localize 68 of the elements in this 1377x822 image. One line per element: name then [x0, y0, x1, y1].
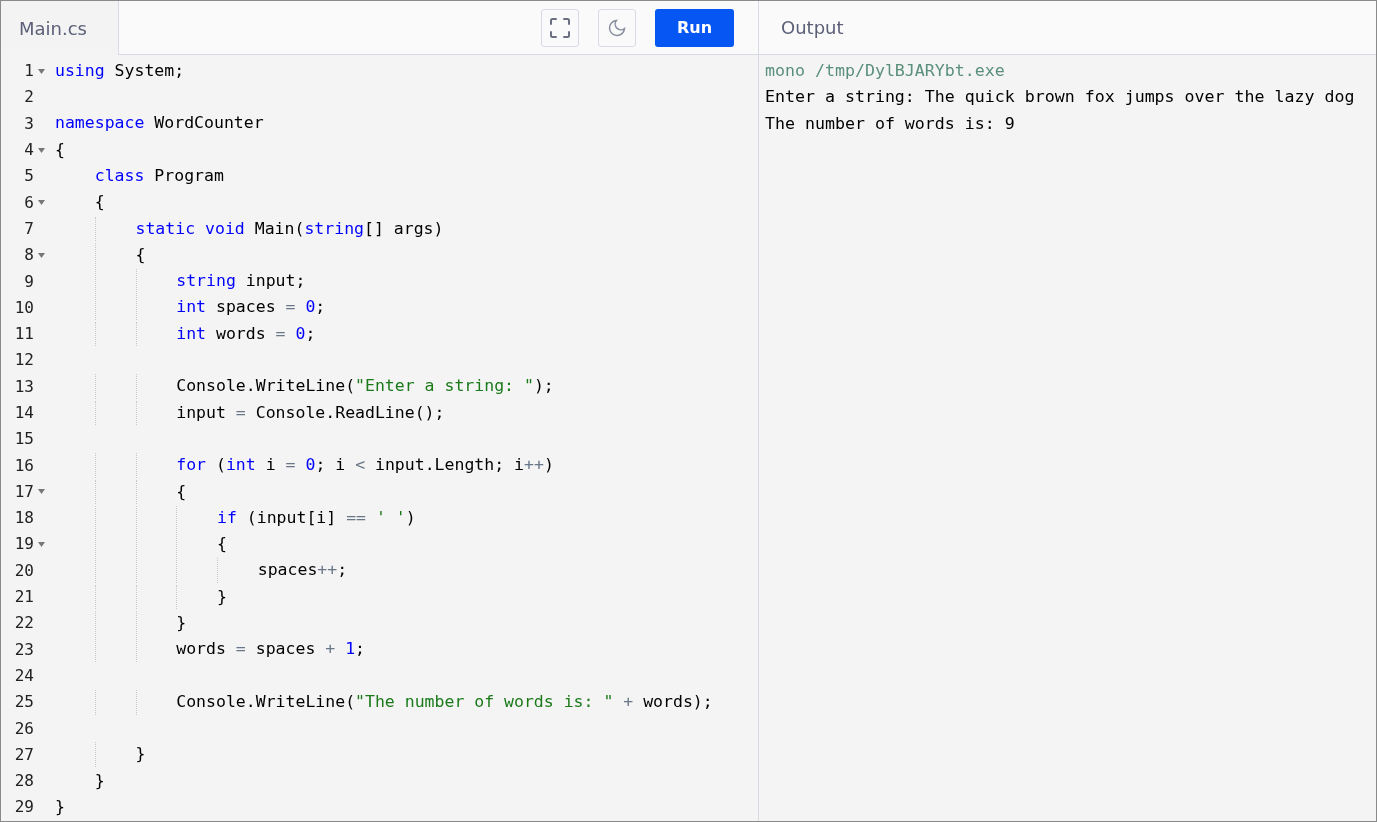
output-line: mono /tmp/DylBJARYbt.exe [765, 59, 1005, 82]
line-number: 15 [13, 428, 34, 451]
code-line: using System; [55, 59, 185, 82]
line-number: 4 [23, 139, 34, 162]
fold-caret-icon[interactable] [38, 68, 45, 74]
line-number: 19 [13, 533, 34, 556]
line-number: 27 [13, 743, 34, 766]
code-line: { [176, 480, 187, 503]
line-number: 28 [13, 770, 34, 793]
code-line: { [55, 138, 65, 161]
line-number: 1 [23, 60, 34, 83]
code-line: static void Main(string[] args) [135, 217, 444, 240]
code-line: } [55, 796, 65, 819]
run-button[interactable]: Run [655, 8, 734, 47]
line-number: 26 [13, 717, 34, 740]
line-number: 21 [13, 586, 34, 609]
code-line: int spaces = 0; [176, 296, 326, 319]
line-number: 16 [13, 454, 34, 477]
theme-button[interactable] [598, 8, 636, 47]
line-number: 12 [13, 349, 34, 372]
line-number: 13 [13, 375, 34, 398]
line-number: 10 [13, 296, 34, 319]
line-number: 9 [23, 270, 34, 293]
line-number: 7 [23, 217, 34, 240]
line-number: 29 [13, 796, 34, 819]
code-line: { [94, 191, 105, 214]
code-line: words = spaces + 1; [176, 638, 366, 661]
code-line: namespace WordCounter [55, 112, 264, 135]
line-number: 11 [13, 323, 34, 346]
line-number: 6 [23, 191, 34, 214]
line-number: 3 [23, 112, 34, 135]
code-line: } [94, 769, 105, 792]
line-number: 22 [13, 612, 34, 635]
expand-icon [549, 16, 571, 39]
code-line: int words = 0; [176, 322, 316, 345]
code-line: Console.WriteLine("Enter a string: "); [176, 375, 554, 398]
line-number: 5 [23, 165, 34, 188]
code-line: string input; [176, 270, 306, 293]
line-number: 14 [13, 402, 34, 424]
code-line: for (int i = 0; i < input.Length; i++) [176, 454, 554, 477]
code-line: input = Console.ReadLine(); [176, 401, 445, 424]
fold-caret-icon[interactable] [38, 252, 45, 258]
code-line: { [135, 243, 146, 266]
output-line: Enter a string: The quick brown fox jumps over the lazy dog [765, 86, 1355, 109]
line-number: 24 [13, 664, 34, 687]
code-line: } [217, 585, 227, 608]
output-line: The number of words is: 9 [765, 112, 1015, 135]
fold-caret-icon[interactable] [38, 489, 45, 495]
code-line: } [135, 743, 146, 766]
line-number: 18 [13, 507, 34, 530]
fold-caret-icon[interactable] [38, 147, 45, 153]
code-line: class Program [94, 164, 224, 187]
line-number: 2 [23, 86, 34, 109]
line-number: 23 [13, 638, 34, 661]
line-number: 17 [13, 480, 34, 503]
line-number: 8 [23, 244, 34, 267]
line-number: 25 [13, 691, 34, 714]
code-line: if (input[i] == ' ') [217, 506, 416, 529]
fold-caret-icon[interactable] [38, 200, 45, 206]
code-line: } [176, 612, 187, 634]
code-line: Console.WriteLine("The number of words is: " + words); [176, 690, 713, 713]
fullscreen-button[interactable] [541, 8, 579, 47]
moon-icon [607, 17, 627, 38]
code-line: spaces++; [257, 559, 348, 582]
code-line: { [217, 533, 227, 556]
line-number: 20 [13, 559, 34, 582]
panel-title: Output [781, 16, 844, 40]
fold-caret-icon[interactable] [38, 542, 45, 547]
